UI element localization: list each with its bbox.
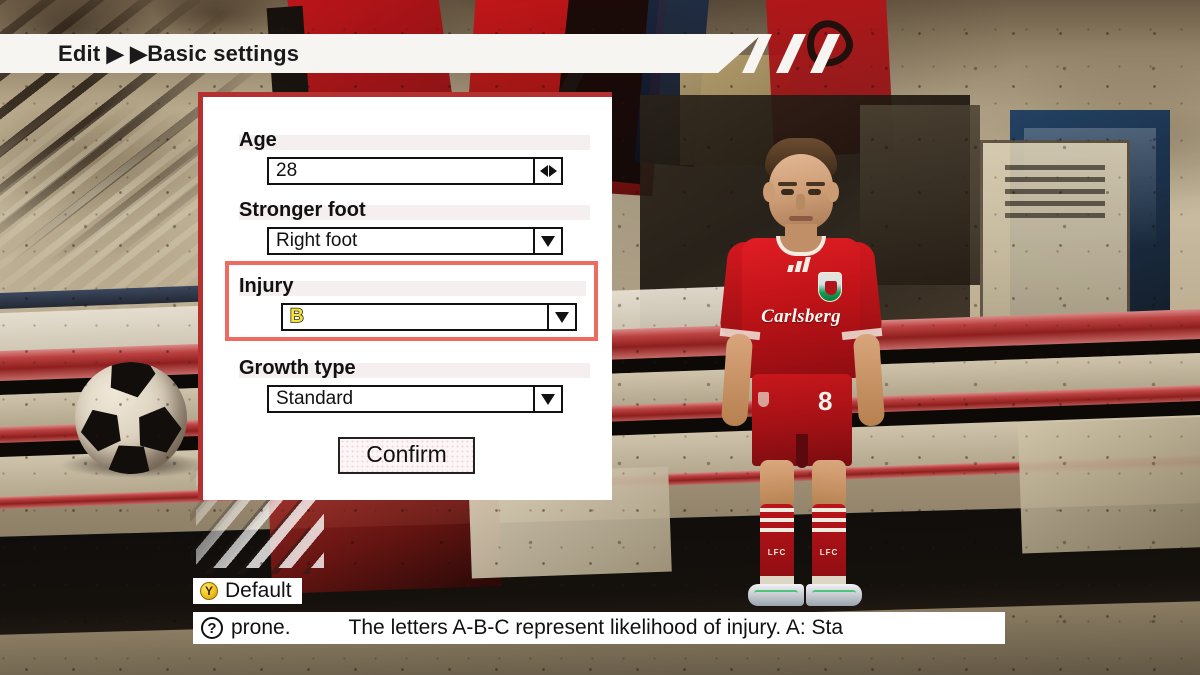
injury-value: B (289, 305, 304, 328)
default-action-bar[interactable]: Y Default (193, 578, 302, 604)
stronger-foot-dropdown[interactable]: Right foot (267, 227, 563, 255)
field-injury-label: Injury (239, 275, 294, 297)
shorts-crest-icon (758, 392, 769, 407)
player-brow-right (806, 182, 825, 186)
field-stronger-foot-label: Stronger foot (239, 199, 366, 221)
player-ear-left (763, 182, 775, 202)
growth-type-dropdown[interactable]: Standard (267, 385, 563, 413)
chevron-down-icon (555, 311, 569, 323)
help-text-head: prone. (231, 616, 291, 639)
player-shirt-number: 8 (818, 386, 833, 416)
sock-text-right: LFC (819, 548, 839, 557)
player-sock-left: LFC (760, 504, 794, 586)
player-shorts-split (796, 434, 808, 468)
field-growth-type[interactable]: Growth type Standard (239, 349, 590, 413)
player-thigh-right (812, 460, 846, 508)
field-age-label: Age (239, 129, 277, 151)
club-crest-icon (818, 272, 842, 302)
player-eye-right (808, 189, 821, 195)
chevron-down-icon (541, 235, 555, 247)
left-right-arrows-icon (539, 165, 557, 177)
field-age[interactable]: Age 28 (239, 121, 590, 185)
player-arm-right (852, 333, 886, 427)
age-stepper-arrows-button[interactable] (533, 159, 561, 183)
injury-dropdown-button[interactable] (547, 305, 575, 329)
player-brow-left (778, 182, 797, 186)
player-eye-left (781, 189, 794, 195)
breadcrumb-header-bar: Edit ▶ ▶Basic settings (0, 34, 762, 73)
player-model: Carlsberg 8 LFC LFC (690, 138, 920, 606)
jersey-sponsor-text: Carlsberg (761, 306, 841, 327)
sock-text-left: LFC (767, 548, 787, 557)
player-arm-left (720, 333, 754, 427)
help-text-tail: The letters A-B-C represent likelihood o… (348, 616, 844, 639)
basic-settings-panel: Age 28 Stronger foot Right foot Injury B… (198, 92, 612, 500)
field-label-bar (239, 135, 590, 150)
player-boot-left (748, 584, 804, 606)
confirm-button[interactable]: Confirm (338, 437, 475, 474)
growth-type-value: Standard (276, 388, 354, 409)
adidas-logo-icon (786, 257, 814, 272)
y-button-icon: Y (200, 582, 218, 600)
stronger-foot-value: Right foot (276, 230, 358, 251)
help-ticker-bar: ? prone. The letters A-B-C represent lik… (193, 612, 1005, 644)
player-ear-right (827, 182, 839, 202)
growth-type-dropdown-button[interactable] (533, 387, 561, 411)
chevron-down-icon (541, 393, 555, 405)
field-growth-type-label: Growth type (239, 357, 356, 379)
player-thigh-left (760, 460, 794, 508)
age-value: 28 (276, 160, 298, 181)
injury-dropdown[interactable]: B (281, 303, 577, 331)
player-sock-right: LFC (812, 504, 846, 586)
game-screen: Carlsberg 8 LFC LFC Edit ▶ ▶Basic settin… (0, 0, 1200, 675)
breadcrumb: Edit ▶ ▶Basic settings (58, 40, 300, 66)
player-boot-right (806, 584, 862, 606)
age-stepper[interactable]: 28 (267, 157, 563, 185)
question-mark-icon: ? (201, 617, 223, 639)
field-injury[interactable]: Injury B (225, 261, 598, 341)
default-label: Default (225, 579, 292, 602)
field-stronger-foot[interactable]: Stronger foot Right foot (239, 191, 590, 255)
player-mouth (789, 216, 813, 221)
stronger-foot-dropdown-button[interactable] (533, 229, 561, 253)
player-nose (796, 194, 805, 210)
